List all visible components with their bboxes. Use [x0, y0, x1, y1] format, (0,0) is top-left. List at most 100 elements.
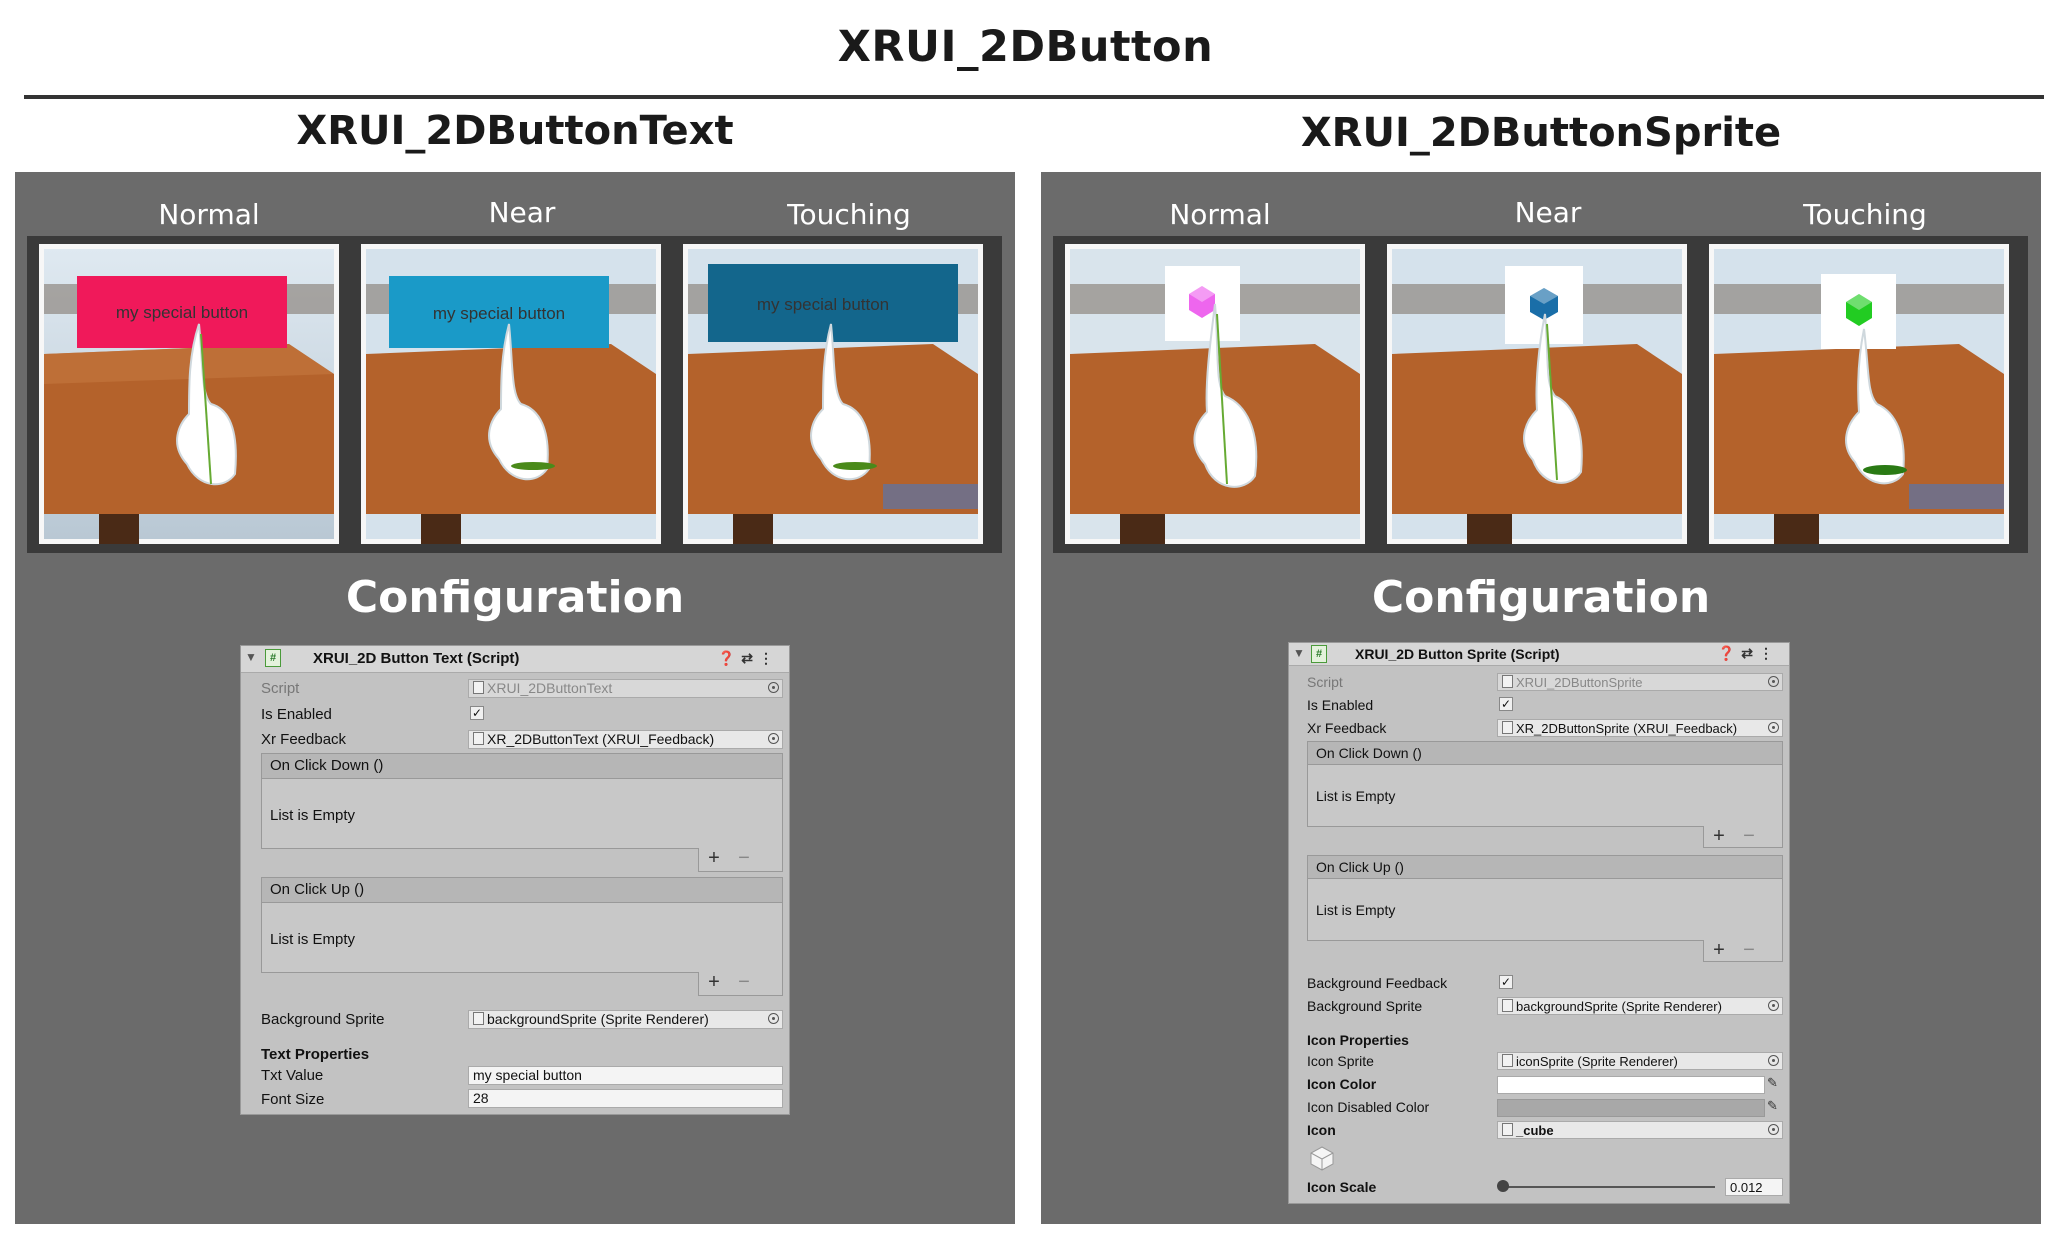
on-click-up-event: On Click Up () List is Empty [1307, 855, 1783, 941]
xr-feedback-field[interactable]: XR_2DButtonSprite (XRUI_Feedback) [1497, 719, 1783, 737]
header-tools-icon[interactable]: ❓⇄⋮ [718, 650, 779, 667]
on-click-up-event: On Click Up () List is Empty [261, 877, 783, 973]
icon-scale-slider-track[interactable] [1503, 1186, 1715, 1188]
on-click-up-controls: + − [1703, 940, 1783, 962]
state-label-near: Near [1514, 196, 1582, 229]
cube-preview-icon [1309, 1145, 1335, 1171]
icon-scale-input[interactable]: 0.012 [1725, 1178, 1783, 1196]
script-field: XRUI_2DButtonText [468, 679, 783, 698]
remove-listener-button[interactable]: − [729, 972, 759, 992]
on-click-down-header: On Click Down () [262, 754, 782, 779]
on-click-down-controls: + − [698, 848, 783, 872]
on-click-up-header: On Click Up () [1308, 856, 1782, 879]
add-listener-button[interactable]: + [1704, 940, 1734, 960]
list-empty-text: List is Empty [1316, 788, 1396, 804]
section-title-sprite: XRUI_2DButtonSprite [1300, 110, 1782, 156]
eyedropper-icon[interactable]: ✎ [1767, 1075, 1778, 1091]
inspector-title: XRUI_2D Button Text (Script) [313, 650, 520, 667]
inspector-title: XRUI_2D Button Sprite (Script) [1355, 646, 1560, 662]
inspector-text-script-tail: Font Size 28 [240, 1086, 790, 1115]
on-click-down-event: On Click Down () List is Empty [1307, 741, 1783, 827]
background-feedback-label: Background Feedback [1307, 975, 1448, 991]
state-image-strip: my special button my special button my s… [27, 236, 1002, 553]
preview-touching [1709, 244, 2009, 544]
txt-value-label: Txt Value [261, 1067, 324, 1084]
preview-normal [1065, 244, 1365, 544]
font-size-input[interactable]: 28 [468, 1089, 783, 1108]
add-listener-button[interactable]: + [699, 972, 729, 992]
remove-listener-button[interactable]: − [1734, 826, 1764, 846]
background-sprite-label: Background Sprite [261, 1011, 385, 1028]
text-properties-heading: Text Properties [261, 1046, 370, 1063]
background-sprite-field[interactable]: backgroundSprite (Sprite Renderer) [468, 1010, 783, 1029]
icon-label: Icon [1307, 1122, 1336, 1138]
icon-field[interactable]: _cube [1497, 1121, 1783, 1139]
on-click-up-header: On Click Up () [262, 878, 782, 903]
button-label: my special button [116, 303, 248, 322]
background-sprite-field[interactable]: backgroundSprite (Sprite Renderer) [1497, 997, 1783, 1015]
xr-feedback-field[interactable]: XR_2DButtonText (XRUI_Feedback) [468, 730, 783, 749]
icon-properties-heading: Icon Properties [1307, 1032, 1409, 1048]
is-enabled-checkbox[interactable]: ✓ [1499, 697, 1513, 711]
icon-sprite-field[interactable]: iconSprite (Sprite Renderer) [1497, 1052, 1783, 1070]
icon-color-label: Icon Color [1307, 1076, 1377, 1092]
background-sprite-label: Background Sprite [1307, 998, 1423, 1014]
preview-normal: my special button [39, 244, 339, 544]
script-icon: # [1311, 645, 1327, 663]
font-size-label: Font Size [261, 1091, 325, 1108]
icon-sprite-label: Icon Sprite [1307, 1053, 1374, 1069]
text-button-panel: Normal Near Touching my special button m… [15, 172, 1015, 1224]
icon-disabled-color-label: Icon Disabled Color [1307, 1099, 1430, 1115]
state-label-near: Near [488, 196, 556, 229]
is-enabled-label: Is Enabled [1307, 697, 1374, 713]
header-tools-icon[interactable]: ❓⇄⋮ [1718, 645, 1779, 662]
icon-color-swatch[interactable] [1497, 1076, 1765, 1094]
icon-scale-slider-thumb[interactable] [1497, 1180, 1509, 1192]
inspector-sprite-script: ▼ # XRUI_2D Button Sprite (Script) ❓⇄⋮ S… [1288, 642, 1790, 1204]
state-label-normal: Normal [158, 198, 260, 231]
page-title: XRUI_2DButton [837, 22, 1214, 72]
preview-touching: my special button [683, 244, 983, 544]
is-enabled-checkbox[interactable]: ✓ [470, 706, 484, 720]
xr-feedback-label: Xr Feedback [261, 731, 347, 748]
script-label: Script [261, 680, 300, 697]
title-divider [24, 95, 2044, 99]
button-label: my special button [757, 295, 889, 314]
txt-value-input[interactable]: my special button [468, 1066, 783, 1085]
state-label-touching: Touching [1803, 198, 1927, 231]
script-icon: # [265, 649, 281, 667]
xr-feedback-label: Xr Feedback [1307, 720, 1387, 736]
sprite-button-panel: Normal Near Touching Configuration ▼ # X… [1041, 172, 2041, 1224]
list-empty-text: List is Empty [270, 931, 356, 948]
preview-near [1387, 244, 1687, 544]
icon-disabled-color-swatch[interactable] [1497, 1099, 1765, 1117]
config-title-text: Configuration [345, 572, 685, 623]
is-enabled-label: Is Enabled [261, 706, 332, 723]
state-label-normal: Normal [1169, 198, 1271, 231]
button-label: my special button [433, 304, 565, 323]
remove-listener-button[interactable]: − [729, 848, 759, 868]
inspector-header[interactable]: ▼ # XRUI_2D Button Sprite (Script) ❓⇄⋮ [1289, 643, 1789, 666]
preview-near: my special button [361, 244, 661, 544]
on-click-up-controls: + − [698, 972, 783, 996]
icon-scale-label: Icon Scale [1307, 1179, 1377, 1195]
collapse-triangle-icon[interactable]: ▼ [245, 650, 257, 664]
on-click-down-header: On Click Down () [1308, 742, 1782, 765]
config-title-sprite: Configuration [1371, 572, 1711, 623]
list-empty-text: List is Empty [1316, 902, 1396, 918]
section-title-text: XRUI_2DButtonText [296, 108, 734, 154]
background-feedback-checkbox[interactable]: ✓ [1499, 975, 1513, 989]
list-empty-text: List is Empty [270, 807, 356, 824]
on-click-down-event: On Click Down () List is Empty [261, 753, 783, 849]
script-field: XRUI_2DButtonSprite [1497, 673, 1783, 691]
inspector-header[interactable]: ▼ # XRUI_2D Button Text (Script) ❓⇄⋮ [241, 646, 789, 673]
eyedropper-icon[interactable]: ✎ [1767, 1098, 1778, 1114]
add-listener-button[interactable]: + [699, 848, 729, 868]
script-label: Script [1307, 674, 1343, 690]
collapse-triangle-icon[interactable]: ▼ [1293, 646, 1305, 660]
on-click-down-controls: + − [1703, 826, 1783, 848]
add-listener-button[interactable]: + [1704, 826, 1734, 846]
state-label-touching: Touching [787, 198, 911, 231]
inspector-text-script: ▼ # XRUI_2D Button Text (Script) ❓⇄⋮ Scr… [240, 645, 790, 1089]
remove-listener-button[interactable]: − [1734, 940, 1764, 960]
